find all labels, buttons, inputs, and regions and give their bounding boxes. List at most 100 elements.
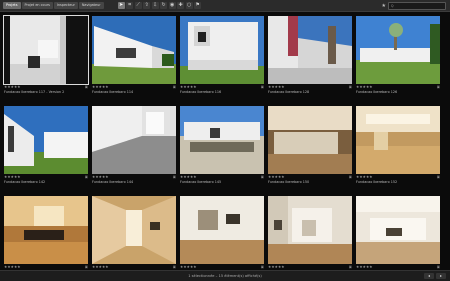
- photo-caption: Fundacao Iberebaro 128: [268, 90, 310, 94]
- photo-thumbnail[interactable]: [268, 106, 352, 174]
- architecture-photo: [180, 106, 264, 174]
- lift-icon[interactable]: ⇧: [143, 2, 151, 9]
- patch-icon[interactable]: ✚: [177, 2, 185, 9]
- rating-stars[interactable]: ★★★★★: [268, 85, 285, 89]
- photo-thumbnail[interactable]: [356, 106, 440, 174]
- photo-caption: Fundacao Iberebaro 150: [268, 180, 310, 184]
- photo-meta: ★★★★★ ▣: [4, 175, 88, 179]
- photo-cell[interactable]: ★★★★★ ▣ Fundacao Iberebaro 174: [355, 193, 441, 277]
- photo-meta: ★★★★★ ▣: [356, 175, 440, 179]
- adjustment-badge-icon: ▣: [84, 85, 88, 89]
- architecture-photo: [92, 16, 176, 84]
- rating-stars[interactable]: ★★★★★: [268, 265, 285, 269]
- photo-cell[interactable]: ★★★★★ ▣ Fundacao Iberebaro 173: [267, 193, 353, 277]
- photo-thumbnail[interactable]: [180, 196, 264, 264]
- view-tabs: Projets Projet en cours Inspecteur Navig…: [3, 2, 104, 9]
- rating-stars[interactable]: ★★★★★: [92, 85, 109, 89]
- photo-meta: ★★★★★ ▣: [92, 175, 176, 179]
- rating-stars[interactable]: ★★★★★: [4, 265, 21, 269]
- adjustment-badge-icon: ▣: [172, 175, 176, 179]
- rating-stars[interactable]: ★★★★★: [4, 175, 21, 179]
- photo-caption: Fundacao Iberebaro 117 - Version 2: [4, 90, 65, 94]
- rating-stars[interactable]: ★★★★★: [356, 85, 373, 89]
- photo-cell[interactable]: ★★★★★ ▣ Fundacao Iberebaro 116: [179, 13, 265, 97]
- rating-stars[interactable]: ★★★★★: [4, 85, 21, 89]
- redeye-icon[interactable]: ◉: [168, 2, 176, 9]
- tab-browser[interactable]: Navigateur: [78, 2, 104, 9]
- photo-thumbnail[interactable]: [268, 196, 352, 264]
- loupe-icon[interactable]: ○: [185, 2, 193, 9]
- top-toolbar: Projets Projet en cours Inspecteur Navig…: [0, 0, 450, 12]
- crop-icon[interactable]: ⌗: [126, 2, 134, 9]
- photo-cell[interactable]: ★★★★★ ▣ Fundacao Iberebaro 160: [91, 193, 177, 277]
- rating-filter-icon[interactable]: ★: [382, 3, 386, 10]
- photo-thumbnail[interactable]: [356, 16, 440, 84]
- photo-cell[interactable]: ★★★★★ ▣ Fundacao Iberebaro 150: [267, 103, 353, 187]
- rating-stars[interactable]: ★★★★★: [180, 85, 197, 89]
- photo-meta: ★★★★★ ▣: [180, 265, 264, 269]
- adjustment-badge-icon: ▣: [172, 265, 176, 269]
- select-icon[interactable]: ➤: [117, 2, 125, 9]
- photo-cell[interactable]: ★★★★★ ▣ Fundacao Iberebaro 128: [267, 13, 353, 97]
- photo-thumbnail[interactable]: [268, 16, 352, 84]
- architecture-photo: [356, 196, 440, 264]
- photo-thumbnail[interactable]: [180, 16, 264, 84]
- photo-cell[interactable]: ★★★★★ ▣ Fundacao Iberebaro 142: [3, 103, 89, 187]
- architecture-photo: [268, 16, 352, 84]
- photo-meta: ★★★★★ ▣: [92, 85, 176, 89]
- photo-thumbnail[interactable]: [4, 106, 88, 174]
- photo-cell[interactable]: ★★★★★ ▣ Fundacao Iberebaro 144: [91, 103, 177, 187]
- architecture-photo: [180, 196, 264, 264]
- photo-browser-window: Projets Projet en cours Inspecteur Navig…: [0, 0, 450, 281]
- adjustment-badge-icon: ▣: [348, 85, 352, 89]
- photo-cell[interactable]: ★★★★★ ▣ Fundacao Iberebaro 152: [355, 103, 441, 187]
- adjustment-badge-icon: ▣: [84, 175, 88, 179]
- photo-cell[interactable]: ★★★★★ ▣ Fundacao Iberebaro 126: [355, 13, 441, 97]
- photo-meta: ★★★★★ ▣: [4, 85, 88, 89]
- rotate-icon[interactable]: ↻: [160, 2, 168, 9]
- photo-caption: Fundacao Iberebaro 144: [92, 180, 134, 184]
- rating-stars[interactable]: ★★★★★: [268, 175, 285, 179]
- next-button[interactable]: ▸: [436, 273, 446, 279]
- photo-caption: Fundacao Iberebaro 126: [356, 90, 398, 94]
- previous-button[interactable]: ◂: [424, 273, 434, 279]
- rating-stars[interactable]: ★★★★★: [92, 265, 109, 269]
- adjustment-badge-icon: ▣: [260, 175, 264, 179]
- architecture-photo: [4, 16, 88, 84]
- photo-cell[interactable]: ★★★★★ ▣ Fundacao Iberebaro 145: [179, 103, 265, 187]
- adjustment-badge-icon: ▣: [436, 85, 440, 89]
- rating-stars[interactable]: ★★★★★: [92, 175, 109, 179]
- photo-thumbnail[interactable]: [92, 16, 176, 84]
- photo-thumbnail[interactable]: [4, 196, 88, 264]
- adjustment-badge-icon: ▣: [436, 175, 440, 179]
- photo-cell[interactable]: ★★★★★ ▣ Fundacao Iberebaro 158: [3, 193, 89, 277]
- stamp-icon[interactable]: ⇩: [151, 2, 159, 9]
- tab-projects[interactable]: Projets: [3, 2, 21, 9]
- photo-thumbnail[interactable]: [3, 15, 89, 85]
- rating-stars[interactable]: ★★★★★: [356, 265, 373, 269]
- filter-area: ★ Q: [382, 2, 446, 10]
- adjustment-badge-icon: ▣: [172, 85, 176, 89]
- rating-stars[interactable]: ★★★★★: [180, 265, 197, 269]
- rating-stars[interactable]: ★★★★★: [180, 175, 197, 179]
- photo-meta: ★★★★★ ▣: [4, 265, 88, 269]
- photo-thumbnail[interactable]: [92, 196, 176, 264]
- architecture-photo: [180, 16, 264, 84]
- adjustment-badge-icon: ▣: [260, 265, 264, 269]
- photo-cell[interactable]: ★★★★★ ▣ Fundacao Iberebaro 171: [179, 193, 265, 277]
- tab-current-project[interactable]: Projet en cours: [21, 2, 53, 9]
- page-nav: ◂ ▸: [424, 273, 446, 279]
- photo-thumbnail[interactable]: [180, 106, 264, 174]
- photo-cell[interactable]: ★★★★★ ▣ Fundacao Iberebaro 114: [91, 13, 177, 97]
- straighten-icon[interactable]: ⟋: [134, 2, 142, 9]
- photo-thumbnail[interactable]: [92, 106, 176, 174]
- rating-stars[interactable]: ★★★★★: [356, 175, 373, 179]
- flag-icon[interactable]: ⚑: [194, 2, 202, 9]
- architecture-photo: [356, 16, 440, 84]
- photo-meta: ★★★★★ ▣: [268, 265, 352, 269]
- search-input[interactable]: Q: [388, 2, 446, 10]
- photo-thumbnail[interactable]: [356, 196, 440, 264]
- tab-inspector[interactable]: Inspecteur: [53, 2, 78, 9]
- selection-status: 1 sélectionnée – 15 élément(s) affiché(s…: [188, 274, 262, 278]
- photo-cell[interactable]: ★★★★★ ▣ Fundacao Iberebaro 117 - Version…: [3, 13, 89, 97]
